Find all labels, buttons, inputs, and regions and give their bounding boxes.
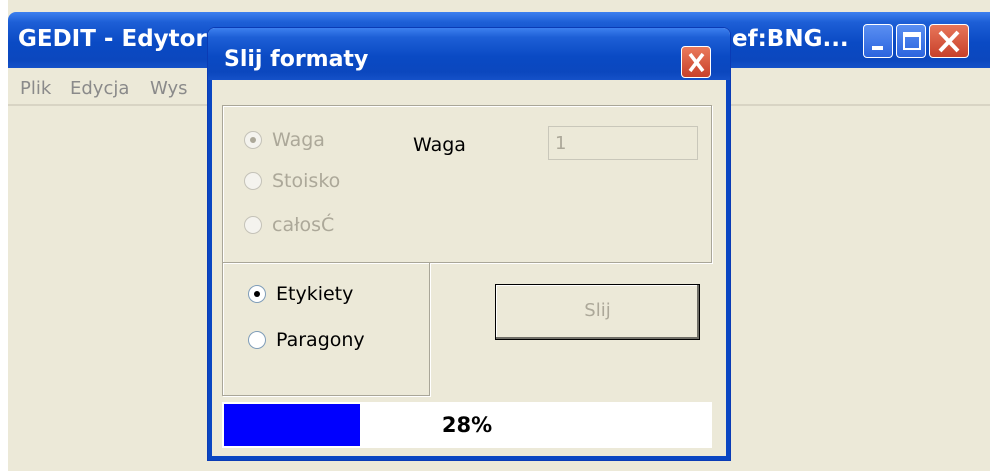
radio-stoisko[interactable]: [244, 172, 262, 190]
dialog-border-right: [726, 80, 730, 460]
close-icon: [938, 30, 960, 53]
radio-calosc-label: całosĆ: [272, 214, 335, 236]
waga-field-label: Waga: [413, 134, 466, 156]
main-window-title-suffix: ef:BNG...: [732, 26, 849, 52]
menu-edycja[interactable]: Edycja: [70, 78, 129, 99]
dialog-border-bottom: [208, 456, 730, 460]
menu-plik[interactable]: Plik: [20, 78, 51, 99]
slij-formaty-dialog: Slij formaty Waga Stoisko całosĆ Waga 1 …: [207, 27, 731, 461]
maximize-icon: [903, 32, 921, 50]
radio-paragony[interactable]: [248, 331, 266, 349]
dialog-title: Slij formaty: [224, 47, 369, 72]
menu-widok[interactable]: Wys: [150, 78, 188, 99]
radio-stoisko-label: Stoisko: [272, 170, 341, 192]
radio-calosc[interactable]: [244, 216, 262, 234]
waga-input[interactable]: 1: [548, 126, 698, 160]
radio-selected-dot: [254, 291, 260, 297]
radio-etykiety-label: Etykiety: [276, 283, 354, 305]
progress-percent: 28%: [441, 413, 493, 437]
dialog-close-button[interactable]: [681, 46, 711, 78]
radio-waga[interactable]: [244, 131, 262, 149]
radio-selected-dot: [250, 137, 256, 143]
maximize-button[interactable]: [896, 24, 926, 58]
slij-button[interactable]: Slij: [495, 284, 700, 340]
minimize-button[interactable]: [863, 24, 893, 58]
main-window-title: GEDIT - Edytor: [18, 26, 207, 52]
radio-waga-label: Waga: [272, 129, 325, 151]
progress-bar: 28%: [222, 402, 712, 448]
dialog-border-left: [208, 80, 212, 460]
radio-etykiety[interactable]: [248, 285, 266, 303]
radio-paragony-label: Paragony: [276, 329, 365, 351]
close-icon: [688, 52, 705, 73]
close-button[interactable]: [929, 24, 969, 58]
minimize-icon: [872, 46, 883, 50]
